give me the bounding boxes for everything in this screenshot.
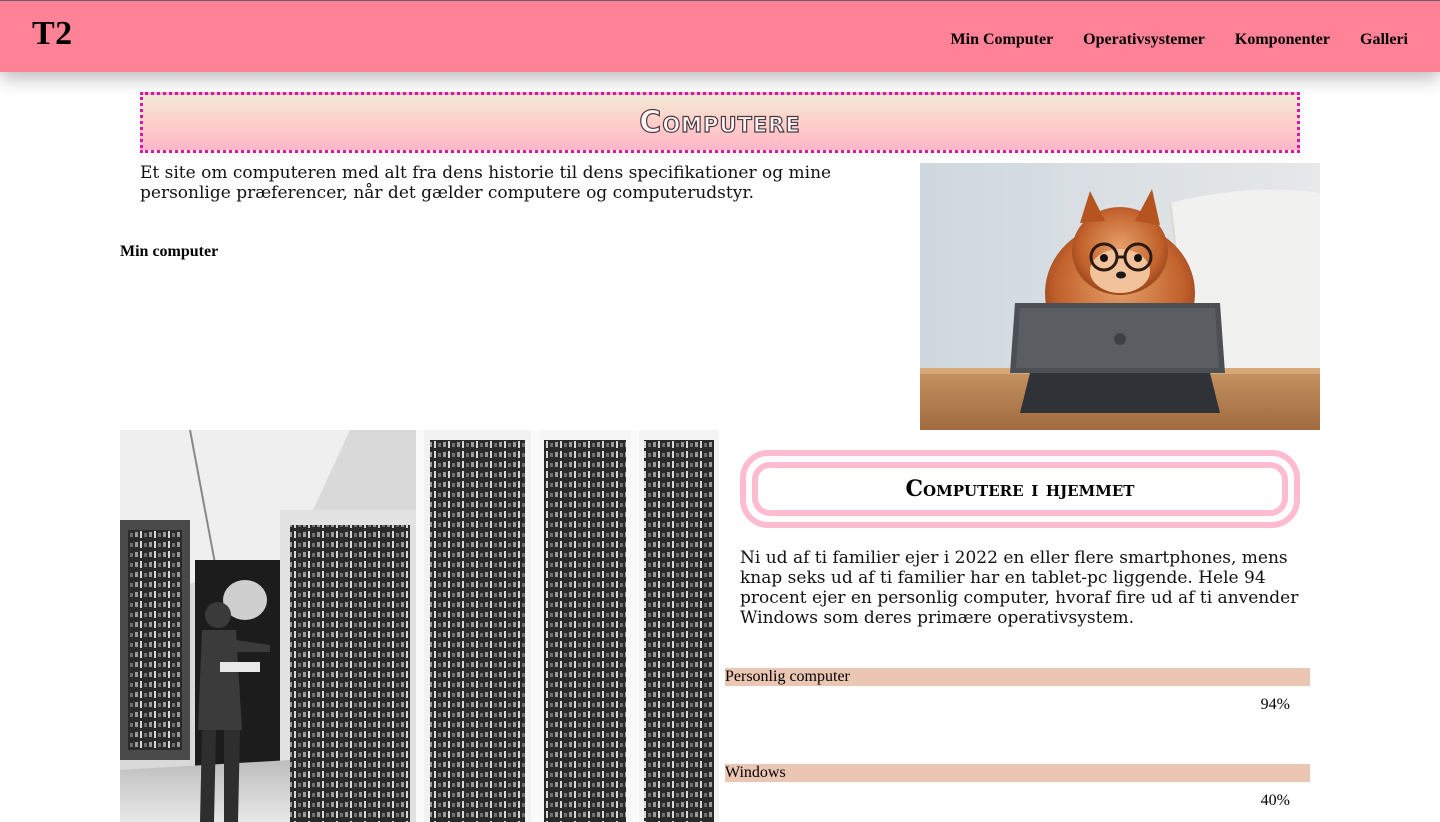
stat-label: Personlig computer xyxy=(725,668,850,685)
nav-link-galleri[interactable]: Galleri xyxy=(1360,31,1408,49)
home-section-title-box: Computere i hjemmet xyxy=(740,450,1300,528)
stat-percent: 40% xyxy=(1260,792,1290,809)
intro-paragraph: Et site om computeren med alt fra dens h… xyxy=(140,163,832,203)
min-computer-heading: Min computer xyxy=(120,243,219,260)
stat-bar: Personlig computer xyxy=(725,668,1310,686)
stat-label: Windows xyxy=(725,764,786,781)
home-section-paragraph: Ni ud af ti familier ejer i 2022 en elle… xyxy=(740,548,1299,628)
home-section-title-inner: Computere i hjemmet xyxy=(752,462,1288,516)
stat-percent: 94% xyxy=(1260,696,1290,713)
site-logo[interactable]: T2 xyxy=(32,15,73,53)
nav-link-min-computer[interactable]: Min Computer xyxy=(951,31,1054,49)
hero-title-box: Computere xyxy=(140,92,1300,153)
stat-windows: Windows 40% xyxy=(725,764,1310,809)
nav-link-komponenter[interactable]: Komponenter xyxy=(1235,31,1330,49)
dog-with-tablet-photo xyxy=(920,163,1320,430)
stat-personal-computer: Personlig computer 94% xyxy=(725,668,1310,713)
page-title: Computere xyxy=(639,104,801,140)
vintage-computer-illustration xyxy=(120,430,719,822)
stat-bar: Windows xyxy=(725,764,1310,782)
main-nav: Min Computer Operativsystemer Komponente… xyxy=(951,31,1408,49)
top-navigation-bar: T2 Min Computer Operativsystemer Kompone… xyxy=(0,0,1440,72)
home-section-title: Computere i hjemmet xyxy=(905,476,1135,502)
nav-link-operativsystemer[interactable]: Operativsystemer xyxy=(1083,31,1205,49)
vintage-computer-photo xyxy=(120,430,719,822)
dog-with-tablet-illustration xyxy=(920,163,1320,430)
